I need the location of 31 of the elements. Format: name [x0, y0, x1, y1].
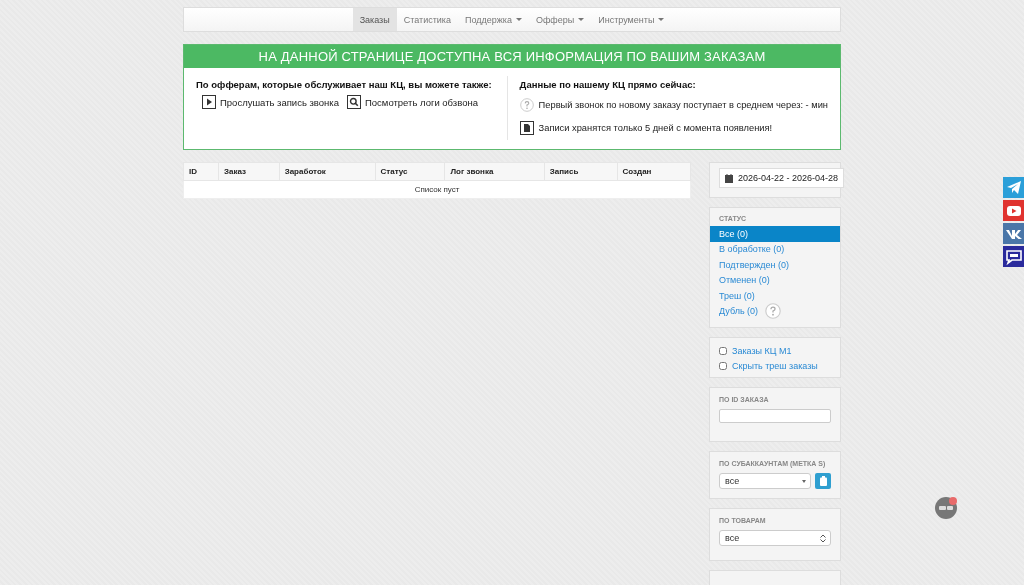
nav-tab[interactable]: Офферы [528, 8, 592, 31]
status-filter[interactable]: Треш (0) [719, 290, 755, 301]
status-filter[interactable]: Все (0) [719, 228, 748, 239]
nav-tab[interactable]: Заказы [352, 8, 397, 31]
info-heading: Данные по нашему КЦ прямо сейчас: [519, 79, 697, 91]
status-filter[interactable]: Отменен (0) [719, 275, 770, 286]
checkbox-label[interactable]: Заказы КЦ М1 [732, 345, 792, 356]
nav-tab[interactable]: Инструменты [591, 8, 672, 31]
product-dropdown[interactable]: все [719, 530, 831, 546]
info-text: Записи хранятся только 5 дней с момента появления! [538, 123, 773, 133]
checkbox-label[interactable]: Скрыть треш заказы [732, 360, 818, 371]
status-filter[interactable]: Дубль (0) [719, 306, 759, 317]
column-header: Лог звонка [444, 162, 545, 181]
status-filter[interactable]: Подтвержден (0) [719, 259, 790, 270]
info-heading: По офферам, которые обслуживает наш КЦ, вы можете также: [196, 79, 493, 91]
column-header: ID [183, 162, 219, 181]
column-header: Заказ [218, 162, 280, 181]
info-text: Первый звонок по новому заказу поступает в среднем через: - мин [538, 100, 828, 110]
date-range-button[interactable]: 2026-04-22 - 2026-04-28 [719, 168, 845, 188]
nav-tab[interactable]: Статистика [396, 8, 458, 31]
link[interactable]: Прослушать запись звонка [220, 96, 339, 108]
banner-title: НА ДАННОЙ СТРАНИЦЕ ДОСТУПНА ВСЯ ИНФОРМАЦИЯ ПО ВАШИМ ЗАКАЗАМ [184, 45, 840, 68]
status-filter[interactable]: В обработке (0) [719, 244, 785, 255]
nav-tab[interactable]: Поддержка [458, 8, 529, 31]
column-header: Статус [375, 162, 445, 181]
empty-message: Список пуст [183, 180, 691, 199]
column-header: Заработок [279, 162, 376, 181]
column-header: Создан [617, 162, 691, 181]
column-header: Запись [544, 162, 618, 181]
date-range-text: 2026-04-22 - 2026-04-28 [738, 173, 839, 183]
link[interactable]: Посмотреть логи обзвона [365, 96, 478, 108]
